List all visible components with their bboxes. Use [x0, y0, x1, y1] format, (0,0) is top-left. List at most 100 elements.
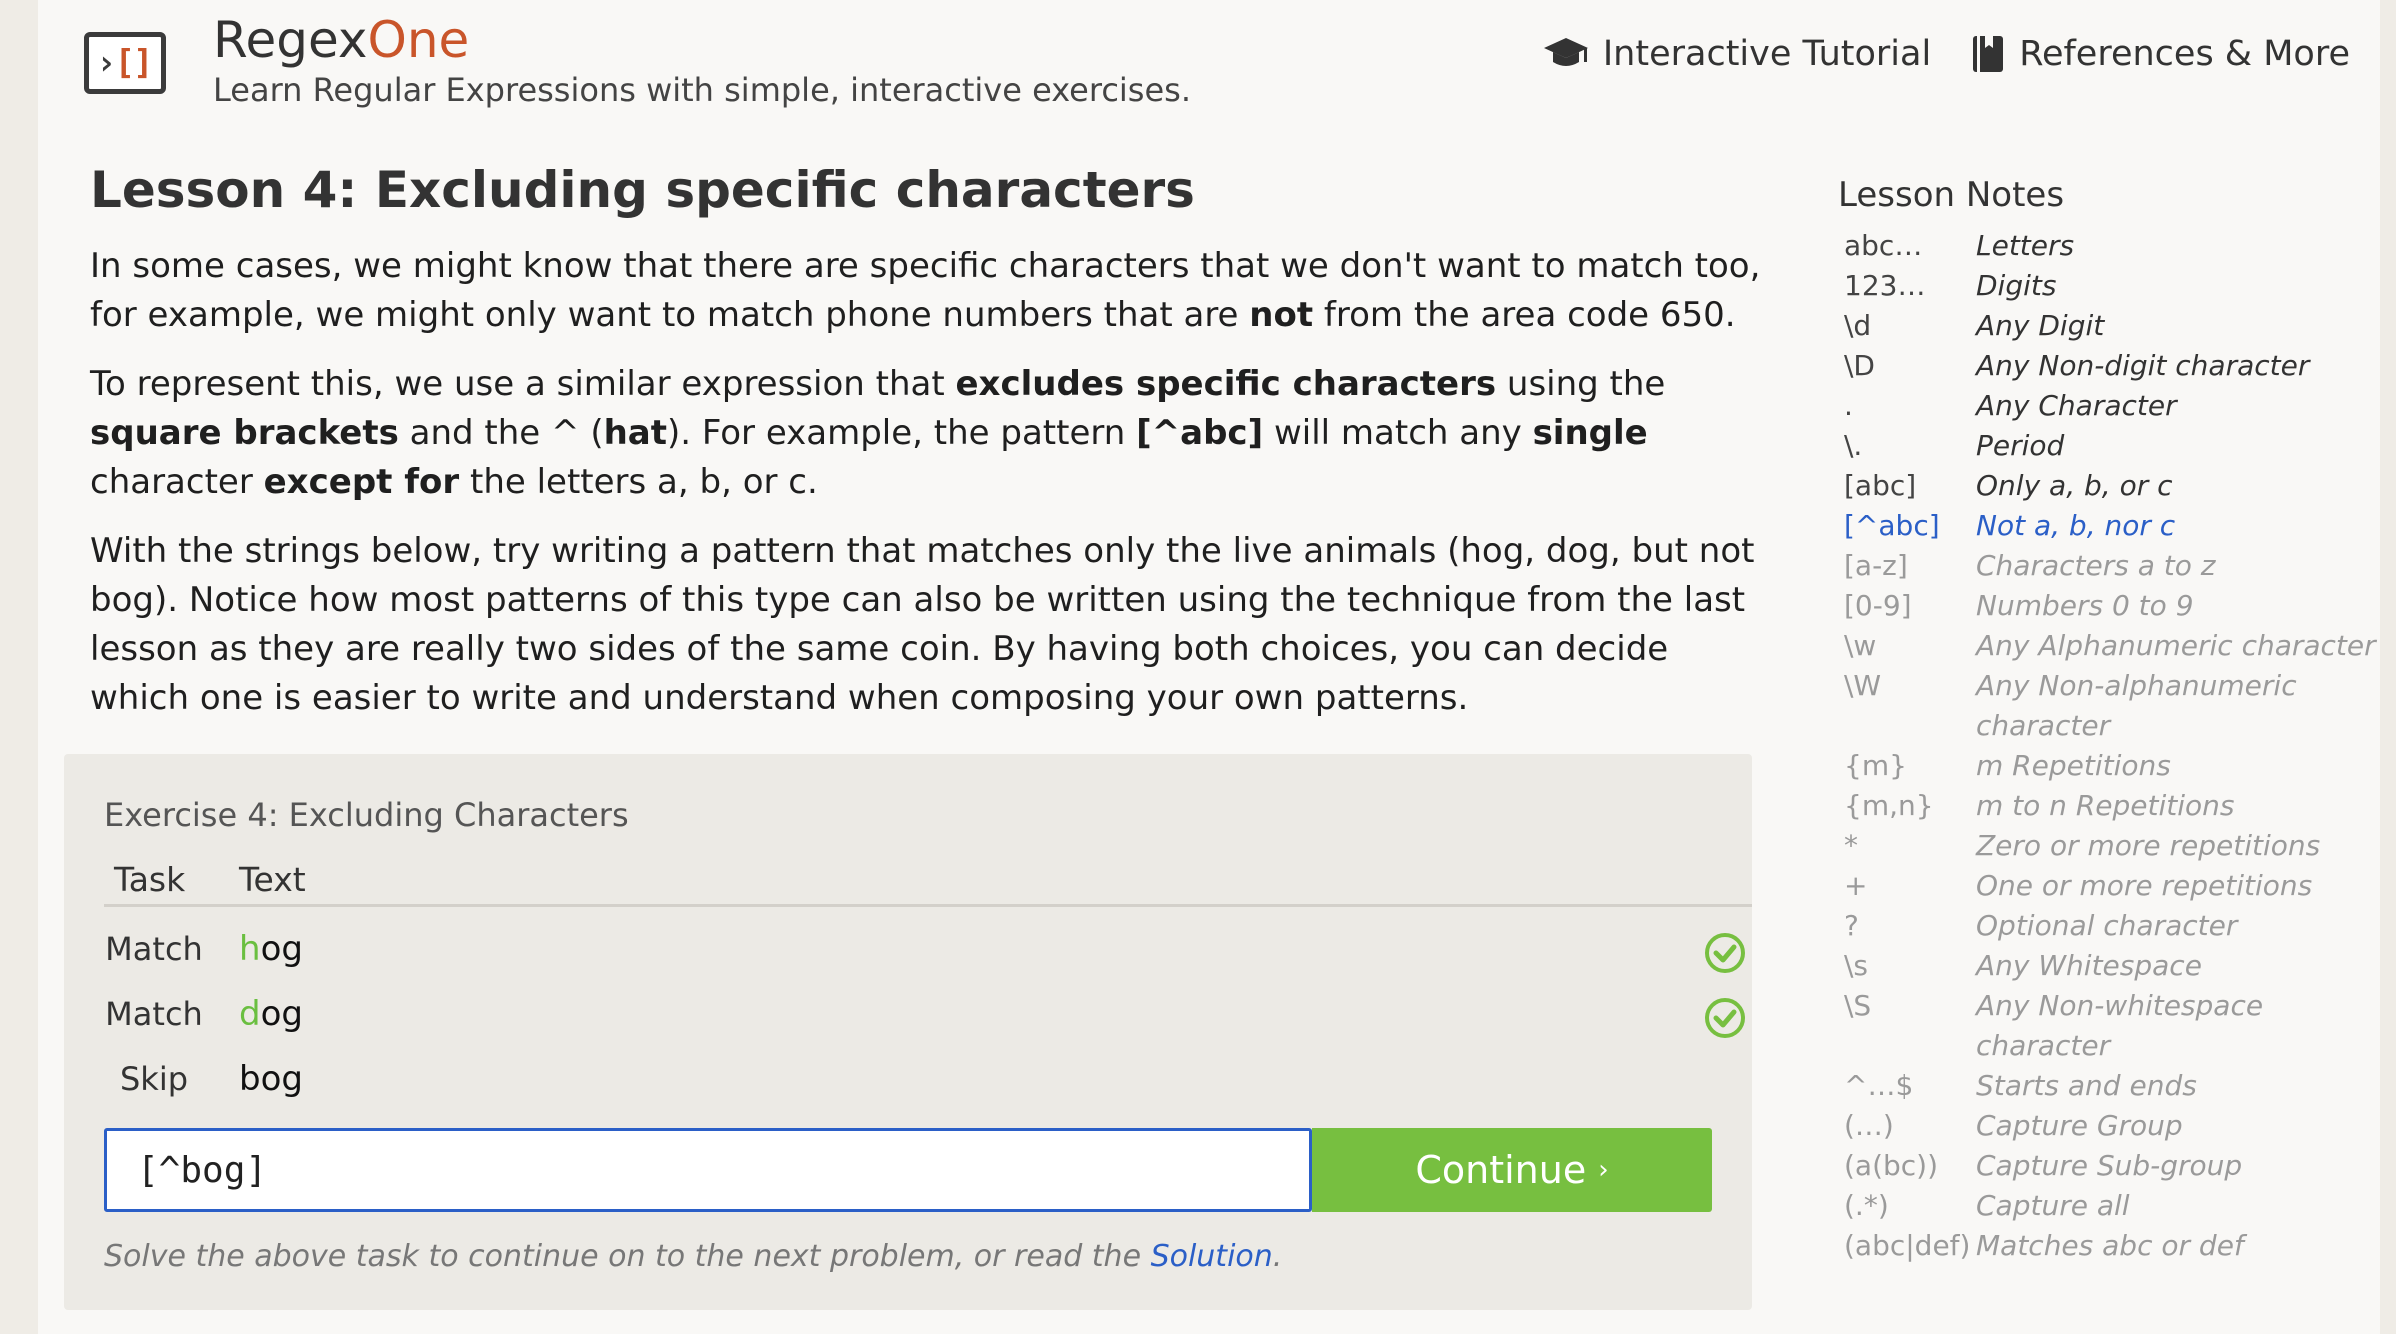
lesson-note-item[interactable]: \D Any Non-digit character	[1844, 346, 2396, 386]
note-symbol: (…)	[1844, 1109, 1894, 1142]
regex-input[interactable]	[104, 1128, 1312, 1212]
nav-references[interactable]: References & More	[1971, 34, 2350, 74]
note-symbol: (.*)	[1844, 1189, 1889, 1222]
row-task: Match	[105, 930, 203, 968]
brand-main: Regex	[213, 11, 368, 69]
note-symbol: [0-9]	[1844, 589, 1912, 622]
note-description: Zero or more repetitions	[1976, 829, 2321, 862]
paragraph-1: In some cases, we might know that there …	[90, 246, 1761, 335]
note-description: Optional character	[1976, 909, 2238, 942]
lesson-notes-title: Lesson Notes	[1838, 175, 2065, 215]
paragraph-3: With the strings below, try writing a pa…	[90, 531, 1755, 718]
note-description: Digits	[1976, 269, 2057, 302]
nav-label: References & More	[2019, 34, 2350, 74]
note-description: Any Character	[1976, 389, 2177, 422]
lesson-note-item[interactable]: [a-z] Characters a to z	[1844, 546, 2396, 586]
continue-button[interactable]: Continue ›	[1312, 1128, 1712, 1212]
lesson-note-item[interactable]: . Any Character	[1844, 386, 2396, 426]
note-description: Any Whitespace	[1976, 949, 2202, 982]
table-divider	[104, 904, 1752, 907]
note-description: Not a, b, nor c	[1976, 509, 2176, 542]
table-row: Skip bog	[104, 1048, 1752, 1110]
note-symbol: \W	[1844, 669, 1882, 702]
table-row: Match dog	[104, 983, 1752, 1045]
note-description: Matches abc or def	[1976, 1229, 2244, 1262]
note-description: m Repetitions	[1976, 749, 2171, 782]
note-symbol: [a-z]	[1844, 549, 1908, 582]
note-description: Capture all	[1976, 1189, 2130, 1222]
note-description: Any Non-digit character	[1976, 349, 2310, 382]
lesson-note-item[interactable]: + One or more repetitions	[1844, 866, 2396, 906]
note-symbol: [abc]	[1844, 469, 1917, 502]
exercise-title: Exercise 4: Excluding Characters	[104, 796, 629, 834]
lesson-note-item[interactable]: ^…$ Starts and ends	[1844, 1066, 2396, 1106]
check-icon	[1705, 933, 1745, 973]
nav-label: Interactive Tutorial	[1602, 34, 1932, 74]
note-description: Period	[1976, 429, 2065, 462]
book-icon	[1973, 36, 2004, 72]
note-description: One or more repetitions	[1976, 869, 2313, 902]
note-symbol: (a(bc))	[1844, 1149, 1939, 1182]
lesson-note-item[interactable]: \s Any Whitespace	[1844, 946, 2396, 986]
note-description: Capture Sub-group	[1976, 1149, 2243, 1182]
solution-link[interactable]: Solution	[1151, 1239, 1273, 1274]
note-symbol: +	[1844, 869, 1868, 902]
lesson-note-item[interactable]: {m} m Repetitions	[1844, 746, 2396, 786]
lesson-note-item[interactable]: \S Any Non-whitespace character	[1844, 986, 2396, 1066]
note-symbol: (abc|def)	[1844, 1229, 1971, 1262]
lesson-notes-list: abc… Letters 123… Digits \d Any Digit \D Any No…	[1844, 226, 2396, 1266]
chevron-right-icon: ›	[1598, 1155, 1609, 1185]
note-symbol: \d	[1844, 309, 1872, 342]
lesson-note-item[interactable]: (a(bc)) Capture Sub-group	[1844, 1146, 2396, 1186]
lesson-note-item[interactable]: \W Any Non-alphanumeric character	[1844, 666, 2396, 746]
regexone-logo[interactable]: ›[]	[84, 32, 166, 94]
page: ›[] RegexOne Learn Regular Expressions w…	[38, 0, 2380, 1334]
lesson-note-item[interactable]: * Zero or more repetitions	[1844, 826, 2396, 866]
lesson-note-item[interactable]: \w Any Alphanumeric character	[1844, 626, 2396, 666]
note-description: Any Non-whitespace character	[1976, 989, 2264, 1062]
lesson-note-item[interactable]: [^abc] Not a, b, nor c	[1844, 506, 2396, 546]
note-description: Capture Group	[1976, 1109, 2183, 1142]
lesson-note-item[interactable]: abc… Letters	[1844, 226, 2396, 266]
lesson-note-item[interactable]: \d Any Digit	[1844, 306, 2396, 346]
lesson-note-item[interactable]: [abc] Only a, b, or c	[1844, 466, 2396, 506]
lesson-content: In some cases, we might know that there …	[90, 242, 1770, 743]
lesson-title: Lesson 4: Excluding specific characters	[90, 161, 1195, 219]
paragraph-2: To represent this, we use a similar expr…	[90, 364, 1666, 502]
note-symbol: \.	[1844, 429, 1863, 462]
note-description: Letters	[1976, 229, 2075, 262]
note-symbol: [^abc]	[1844, 509, 1940, 542]
brand-title[interactable]: RegexOne	[213, 8, 469, 72]
note-symbol: .	[1844, 389, 1853, 422]
note-symbol: 123…	[1844, 269, 1926, 302]
nav-interactive-tutorial[interactable]: Interactive Tutorial	[1543, 34, 1931, 74]
check-icon	[1705, 998, 1745, 1038]
continue-label: Continue	[1415, 1148, 1587, 1192]
note-description: Any Digit	[1976, 309, 2105, 342]
note-symbol: *	[1844, 829, 1858, 862]
note-description: Any Alphanumeric character	[1976, 629, 2376, 662]
note-description: Any Non-alphanumeric character	[1976, 669, 2297, 742]
note-symbol: ^…$	[1844, 1069, 1914, 1102]
lesson-note-item[interactable]: ? Optional character	[1844, 906, 2396, 946]
lesson-note-item[interactable]: (…) Capture Group	[1844, 1106, 2396, 1146]
exercise-table-header: Task Text	[104, 852, 1778, 908]
lesson-note-item[interactable]: (.*) Capture all	[1844, 1186, 2396, 1226]
row-task: Skip	[119, 1060, 189, 1098]
solve-note: Solve the above task to continue on to t…	[104, 1239, 1283, 1274]
lesson-note-item[interactable]: {m,n} m to n Repetitions	[1844, 786, 2396, 826]
note-description: Numbers 0 to 9	[1976, 589, 2194, 622]
note-description: Characters a to z	[1976, 549, 2216, 582]
lesson-note-item[interactable]: [0-9] Numbers 0 to 9	[1844, 586, 2396, 626]
lesson-note-item[interactable]: (abc|def) Matches abc or def	[1844, 1226, 2396, 1266]
note-description: m to n Repetitions	[1976, 789, 2235, 822]
note-description: Starts and ends	[1976, 1069, 2197, 1102]
lesson-note-item[interactable]: \. Period	[1844, 426, 2396, 466]
answer-area: Continue ›	[104, 1128, 1712, 1212]
lesson-note-item[interactable]: 123… Digits	[1844, 266, 2396, 306]
col-text-header: Text	[239, 860, 306, 899]
row-text: hog	[239, 929, 303, 969]
note-symbol: \D	[1844, 349, 1875, 382]
exercise-panel: Exercise 4: Excluding Characters Task Te…	[64, 754, 1752, 1310]
logo-glyph-icon: ›[]	[96, 43, 153, 83]
